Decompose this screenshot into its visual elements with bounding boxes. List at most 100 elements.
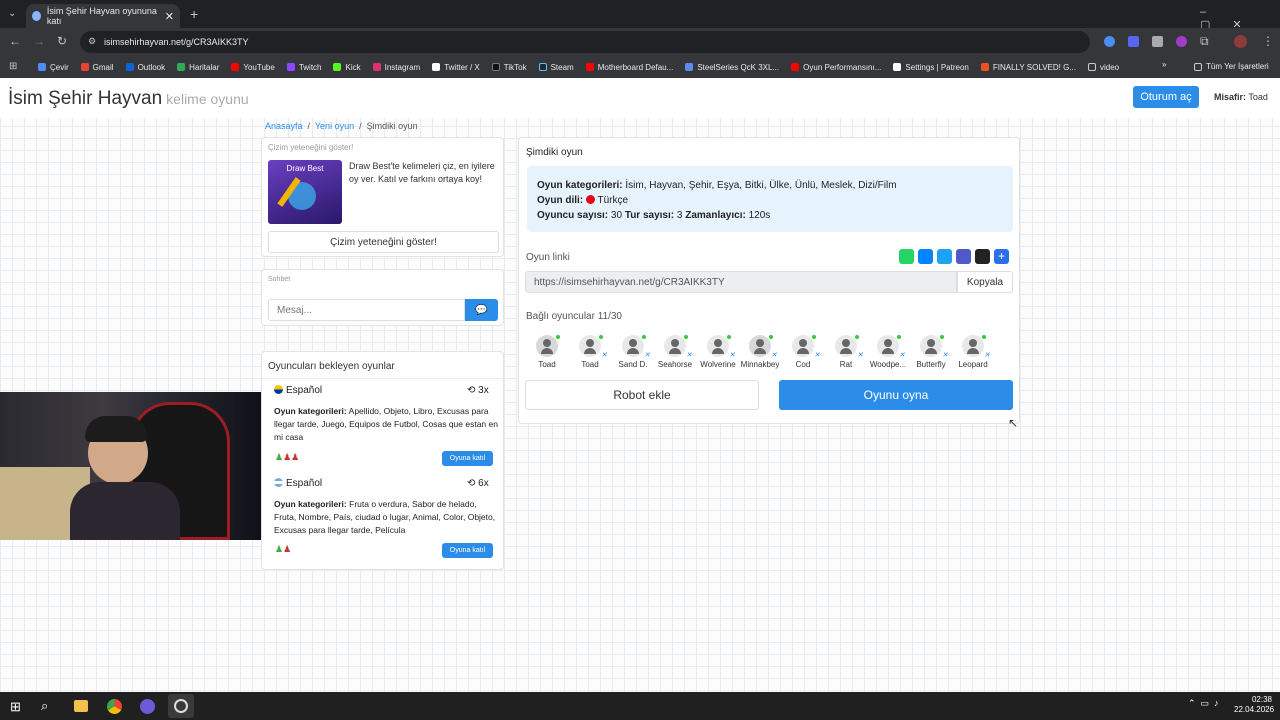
bookmark[interactable]: Gmail [80, 63, 114, 72]
flag-icon [274, 385, 283, 394]
breadcrumb-new-game[interactable]: Yeni oyun [315, 121, 354, 131]
extensions-puzzle-icon[interactable]: ⧉ [1200, 34, 1209, 49]
breadcrumb-current: Şimdiki oyun [366, 121, 418, 131]
bookmark-folder[interactable]: video [1088, 63, 1119, 72]
back-icon[interactable]: ← [9, 34, 21, 48]
twitter-icon[interactable] [937, 249, 952, 264]
share-more-icon[interactable]: + [994, 249, 1009, 264]
bookmark[interactable]: Outlook [125, 63, 165, 72]
bookmark[interactable]: Instagram [372, 63, 420, 72]
bookmark[interactable]: Haritalar [177, 63, 219, 72]
breadcrumb-home[interactable]: Anasayfa [265, 121, 303, 131]
copy-link-button[interactable]: Kopyala [957, 271, 1013, 293]
user-icon: ♟ [275, 544, 284, 554]
windows-taskbar: ⊞ ⌕ ⌃▭♪ 02:38 22.04.2026 [0, 692, 1280, 720]
game-info-box: Oyun kategorileri: İsim, Hayvan, Şehir, … [527, 166, 1013, 232]
game-link-field[interactable]: https://isimsehirhayvan.net/g/CR3AIKK3TY [525, 271, 957, 293]
file-explorer-icon[interactable] [74, 700, 88, 712]
flag-icon [274, 478, 283, 487]
player-avatar[interactable]: ✕ Leopard [952, 335, 994, 369]
app-icon[interactable] [140, 699, 155, 714]
player-avatar[interactable]: ✕ Seahorse [654, 335, 696, 369]
bookmark[interactable]: Motherboard Defau... [585, 63, 673, 72]
add-robot-button[interactable]: Robot ekle [525, 380, 759, 410]
user-icon: ♟ [283, 544, 292, 554]
address-bar[interactable]: ⚙ isimsehirhayvan.net/g/CR3AIKK3TY [80, 31, 1090, 53]
menu-kebab-icon[interactable]: ⋮ [1262, 34, 1274, 48]
player-avatar[interactable]: ✕ Wolverine [697, 335, 739, 369]
bookmark[interactable]: Kick [333, 63, 361, 72]
draw-best-thumbnail[interactable]: Draw Best [268, 160, 342, 224]
more-bookmarks-icon[interactable]: » [1162, 60, 1166, 69]
mouse-cursor: ↖ [1008, 416, 1019, 430]
players-icons: ♟♟♟ [275, 452, 299, 463]
play-game-button[interactable]: Oyunu oyna [779, 380, 1013, 410]
player-avatar[interactable]: ✕ Cod [782, 335, 824, 369]
breadcrumb: Anasayfa / Yeni oyun / Şimdiki oyun [265, 121, 418, 131]
snapchat-icon[interactable] [975, 249, 990, 264]
bookmark[interactable]: YouTube [231, 63, 275, 72]
teams-icon[interactable] [956, 249, 971, 264]
chrome-icon[interactable] [107, 699, 122, 714]
obs-icon[interactable] [168, 694, 194, 718]
game-settings-row: Oyuncu sayısı: 30 Tur sayısı: 3 Zamanlay… [537, 210, 771, 221]
bookmark[interactable]: Settings | Patreon [893, 63, 969, 72]
player-avatar[interactable]: ✕ Sand D. [612, 335, 654, 369]
player-avatar[interactable]: ✕ Rat [825, 335, 867, 369]
clock[interactable]: 02:38 22.04.2026 [1234, 695, 1274, 715]
player-avatar[interactable]: ✕ Minnakbey [739, 335, 781, 369]
draw-best-panel: Çizim yeteneğini göster! Draw Best Draw … [261, 137, 504, 257]
draw-description: Draw Best'te kelimeleri çiz, en iyilere … [349, 161, 495, 184]
windows-start-icon[interactable]: ⊞ [10, 699, 21, 715]
forward-icon[interactable]: → [33, 34, 45, 48]
bookmark[interactable]: Steam [538, 63, 574, 72]
game-language: Español [274, 385, 322, 396]
rounds-icon: ⟲ [467, 385, 476, 396]
player-avatar[interactable]: ✕ Butterfly [910, 335, 952, 369]
messenger-icon[interactable] [918, 249, 933, 264]
game-language-row: Oyun dili: Türkçe [537, 195, 629, 206]
close-tab-icon[interactable]: ✕ [165, 10, 174, 23]
player-avatar[interactable]: Toad [526, 335, 568, 369]
apps-grid-icon[interactable]: ⊞ [9, 61, 17, 72]
system-tray-icons[interactable]: ⌃▭♪ [1188, 698, 1224, 709]
share-buttons: + [899, 249, 1009, 264]
game-link-label: Oyun linki [526, 252, 570, 263]
player-avatar[interactable]: ✕ Woodpe... [867, 335, 909, 369]
bookmark[interactable]: TikTok [491, 63, 527, 72]
join-game-button[interactable]: Oyuna katıl [442, 543, 493, 558]
join-game-button[interactable]: Oyuna katıl [442, 451, 493, 466]
site-info-icon[interactable]: ⚙ [88, 36, 96, 47]
bookmark[interactable]: Çevir [38, 63, 69, 72]
chat-message-input[interactable] [268, 299, 465, 321]
extension-icon[interactable] [1176, 36, 1187, 47]
browser-tab[interactable]: İsim Şehir Hayvan oyununa katı ✕ [26, 4, 180, 28]
site-navbar: İsim Şehir Hayvan kelime oyunu Oturum aç … [0, 78, 1280, 118]
bookmark[interactable]: FINALLY SOLVED! G... [980, 63, 1076, 72]
whatsapp-icon[interactable] [899, 249, 914, 264]
tab-title: İsim Şehir Hayvan oyununa katı [46, 6, 157, 26]
bookmark[interactable]: Twitter / X [432, 63, 480, 72]
extension-icon[interactable] [1152, 36, 1163, 47]
extension-icon[interactable] [1104, 36, 1115, 47]
search-icon[interactable]: ⌕ [41, 698, 48, 714]
bookmark[interactable]: Twitch [286, 63, 321, 72]
current-game-panel: Şimdiki oyun Oyun kategorileri: İsim, Ha… [518, 137, 1020, 424]
profile-avatar[interactable] [1234, 35, 1247, 48]
bookmark[interactable]: SteelSeries QcK 3XL... [685, 63, 779, 72]
game-rounds: ⟲ 6x [467, 478, 489, 489]
new-tab-icon[interactable]: + [190, 6, 198, 22]
bookmark[interactable]: Oyun Performansını... [791, 63, 881, 72]
site-brand[interactable]: İsim Şehir Hayvan kelime oyunu [8, 88, 249, 110]
tab-search-icon[interactable]: ⌄ [8, 8, 16, 19]
site-favicon-icon [32, 11, 41, 21]
login-button[interactable]: Oturum aç [1133, 86, 1199, 108]
reload-icon[interactable]: ↻ [57, 34, 67, 48]
all-bookmarks-folder[interactable]: Tüm Yer İşaretleri [1194, 62, 1269, 71]
extension-icon[interactable] [1128, 36, 1139, 47]
player-avatar[interactable]: ✕ Toad [569, 335, 611, 369]
game-rounds: ⟲ 3x [467, 385, 489, 396]
chat-send-button[interactable]: 💬 [465, 299, 498, 321]
players-list: Toad ✕ Toad ✕ Sand D. ✕ Seahorse ✕ Wolverine… [526, 335, 1006, 375]
draw-best-button[interactable]: Çizim yeteneğini göster! [268, 231, 499, 253]
